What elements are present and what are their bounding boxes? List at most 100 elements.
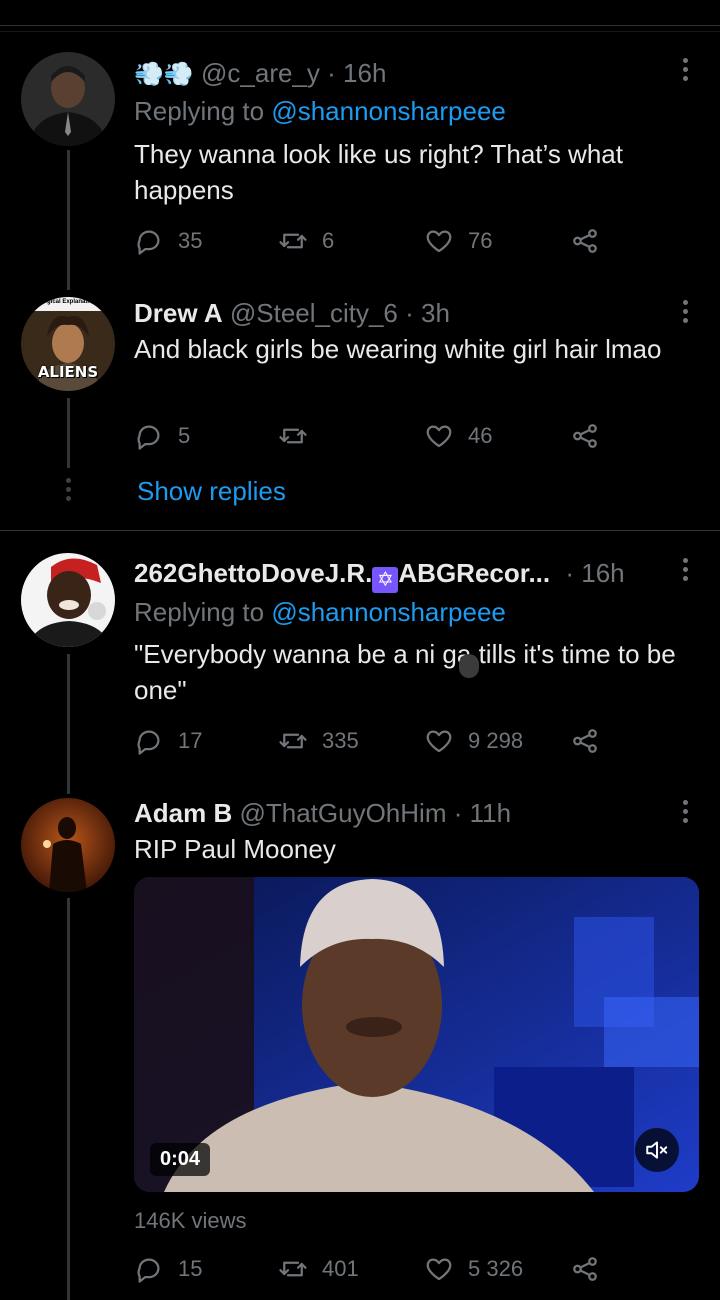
tweet1-header: 💨💨 @c_are_y · 16h xyxy=(134,58,386,89)
tweet3-replying-to: Replying to @shannonsharpeee xyxy=(134,597,506,628)
share-icon xyxy=(573,729,597,753)
tweet3-display-name-part1[interactable]: 262GhettoDoveJ.R. xyxy=(134,558,372,588)
tweet1-reply-count: 35 xyxy=(178,228,203,253)
tweet1-reply-handle-link[interactable]: @shannonsharpeee xyxy=(271,96,506,126)
tweet2-share-button[interactable] xyxy=(570,419,614,453)
tweet1-actions: 35 6 76 xyxy=(134,224,614,258)
tweet1-retweet-button[interactable]: 6 xyxy=(278,224,334,258)
tweet3-retweet-count: 335 xyxy=(322,728,359,753)
tweet4-header: Adam B @ThatGuyOhHim · 11h xyxy=(134,798,511,829)
tweet4-time[interactable]: · 11h xyxy=(454,798,511,828)
thread-continuation-dots xyxy=(66,478,71,505)
reply-icon xyxy=(137,425,160,450)
tweet2-more-button[interactable] xyxy=(676,298,694,328)
video-frame xyxy=(134,877,699,1192)
avatar-meme-caption: ALIENS xyxy=(37,363,99,381)
tweet4-display-name[interactable]: Adam B xyxy=(134,798,232,828)
tweet4-like-button[interactable]: 5 326 xyxy=(424,1252,523,1286)
share-icon xyxy=(573,1257,597,1281)
tweet2-display-name[interactable]: Drew A xyxy=(134,298,223,328)
reply-icon xyxy=(137,730,160,755)
tweet1-share-button[interactable] xyxy=(570,224,614,258)
tweet1-name-emoji[interactable]: 💨💨 xyxy=(134,61,194,88)
retweet-icon xyxy=(279,733,307,749)
tweet3-reply-handle-link[interactable]: @shannonsharpeee xyxy=(271,597,506,627)
top-divider xyxy=(0,25,720,26)
share-icon xyxy=(573,424,597,448)
heart-icon xyxy=(426,730,452,753)
tweet3-retweet-button[interactable]: 335 xyxy=(278,724,359,758)
tweet3-share-button[interactable] xyxy=(570,724,614,758)
tweet1-retweet-count: 6 xyxy=(322,228,335,253)
tweet2-time[interactable]: · 3h xyxy=(405,298,450,328)
heart-icon xyxy=(426,230,452,253)
tweet4-like-count: 5 326 xyxy=(468,1256,524,1281)
censor-blot xyxy=(459,654,479,678)
tweet2-actions: 5 46 xyxy=(134,419,614,453)
tweet1-like-count: 76 xyxy=(468,228,493,253)
tweet1-handle[interactable]: @c_are_y xyxy=(201,58,320,88)
share-icon xyxy=(573,229,597,253)
tweet4-actions: 15 401 5 326 xyxy=(134,1252,614,1286)
avatar-top-caption: Logical Explanation xyxy=(39,299,97,305)
tweet1-replying-to: Replying to @shannonsharpeee xyxy=(134,96,506,127)
top-divider-2 xyxy=(0,31,720,32)
tweet2-like-count: 46 xyxy=(468,423,493,448)
tweet3-like-button[interactable]: 9 298 xyxy=(424,724,523,758)
reply-icon xyxy=(137,230,160,255)
speaker-muted-icon xyxy=(646,1141,668,1159)
tweet1-reply-button[interactable]: 35 xyxy=(134,224,202,258)
heart-icon xyxy=(426,1258,452,1281)
tweet3-reply-count: 17 xyxy=(178,728,203,753)
retweet-icon xyxy=(279,233,307,249)
avatar-262ghettodove[interactable] xyxy=(21,553,115,647)
tweet1-time[interactable]: · 16h xyxy=(327,58,386,88)
mute-toggle-button[interactable] xyxy=(635,1128,679,1172)
thread-line-4 xyxy=(67,898,70,1300)
tweet2-header: Drew A @Steel_city_6 · 3h xyxy=(134,298,450,329)
tweet1-more-button[interactable] xyxy=(676,56,694,86)
thread-line-1 xyxy=(67,150,70,290)
tweet3-header: 262GhettoDoveJ.R. ✡ ABGRecor... · 16h xyxy=(134,558,625,593)
avatar-c-are-y[interactable] xyxy=(21,52,115,146)
tweet3-display-name-part2[interactable]: ABGRecor... xyxy=(398,558,550,588)
video-view-count: 146K views xyxy=(134,1208,247,1233)
tweet4-more-button[interactable] xyxy=(676,798,694,828)
tweet4-retweet-button[interactable]: 401 xyxy=(278,1252,359,1286)
tweet4-share-button[interactable] xyxy=(570,1252,614,1286)
tweet1-reply-label: Replying to xyxy=(134,96,265,126)
tweet4-handle[interactable]: @ThatGuyOhHim xyxy=(239,798,446,828)
star-of-david-icon: ✡ xyxy=(372,567,399,593)
thread-divider xyxy=(0,530,720,531)
avatar-drew-a[interactable]: Logical Explanation ALIENS xyxy=(21,297,115,391)
tweet4-video-player[interactable]: 0:04 xyxy=(134,877,699,1192)
tweet2-reply-button[interactable]: 5 xyxy=(134,419,190,453)
tweet1-text: They wanna look like us right? That’s wh… xyxy=(134,139,623,205)
tweet4-reply-button[interactable]: 15 xyxy=(134,1252,202,1286)
retweet-icon xyxy=(279,428,307,444)
thread-line-3 xyxy=(67,654,70,794)
tweet3-text: "Everybody wanna be a ni ga tills it's t… xyxy=(134,639,676,705)
thread-line-2 xyxy=(67,398,70,468)
tweet4-retweet-count: 401 xyxy=(322,1256,359,1281)
tweet4-text: RIP Paul Mooney xyxy=(134,834,336,864)
retweet-icon xyxy=(279,1261,307,1277)
avatar-adam-b[interactable] xyxy=(21,798,115,892)
tweet2-reply-count: 5 xyxy=(178,423,191,448)
tweet3-like-count: 9 298 xyxy=(468,728,524,753)
tweet4-reply-count: 15 xyxy=(178,1256,203,1281)
reply-icon xyxy=(137,1258,160,1283)
tweet3-reply-label: Replying to xyxy=(134,597,265,627)
tweet3-more-button[interactable] xyxy=(676,556,694,586)
tweet1-like-button[interactable]: 76 xyxy=(424,224,492,258)
tweet2-retweet-button[interactable] xyxy=(278,419,322,453)
tweet2-handle[interactable]: @Steel_city_6 xyxy=(230,298,398,328)
tweet2-text: And black girls be wearing white girl ha… xyxy=(134,334,662,364)
heart-icon xyxy=(426,425,452,448)
tweet3-actions: 17 335 9 298 xyxy=(134,724,614,758)
tweet3-reply-button[interactable]: 17 xyxy=(134,724,202,758)
tweet2-like-button[interactable]: 46 xyxy=(424,419,492,453)
show-replies-link[interactable]: Show replies xyxy=(137,476,286,507)
tweet3-time[interactable]: · 16h xyxy=(565,558,624,588)
video-duration-badge: 0:04 xyxy=(150,1143,211,1176)
